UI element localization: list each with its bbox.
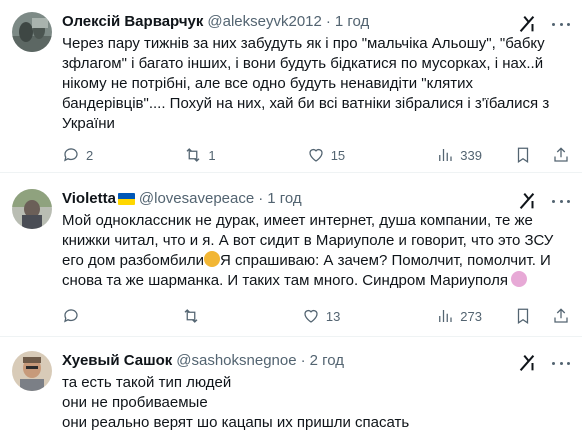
views-count: 273: [460, 308, 482, 324]
reply-icon: [64, 309, 78, 323]
repost-icon: [186, 148, 200, 162]
like-button[interactable]: 15: [307, 146, 345, 164]
author-handle[interactable]: @lovesavepeace: [139, 189, 254, 209]
share-icon[interactable]: [552, 146, 570, 164]
repost-icon: [184, 309, 198, 323]
author-name[interactable]: Violetta: [62, 189, 116, 209]
like-count: 13: [325, 308, 341, 324]
grok-icon[interactable]: [516, 13, 538, 35]
author-name[interactable]: Хуевый Сашок: [62, 351, 172, 371]
heart-icon: [304, 309, 318, 323]
shrug-emoji-icon: [510, 271, 527, 287]
avatar[interactable]: [12, 351, 52, 391]
repost-button[interactable]: 1: [184, 146, 216, 164]
more-options-icon[interactable]: [552, 15, 570, 33]
tweet-header: Violetta @lovesavepeace · 1 год: [62, 189, 570, 209]
tweet-actions: 13 273: [62, 307, 482, 325]
separator-dot: ·: [258, 190, 264, 207]
tweet-actions: 2 1 15 339: [62, 146, 482, 164]
like-count: 15: [330, 147, 346, 163]
views-count: 339: [460, 147, 482, 163]
analytics-icon: [439, 310, 452, 322]
reply-button[interactable]: [62, 307, 86, 325]
views-button[interactable]: 273: [436, 307, 482, 325]
reply-count: 2: [86, 147, 94, 163]
tweet-text: та есть такой тип людей они не пробиваем…: [62, 374, 410, 431]
separator-dot: ·: [300, 352, 306, 369]
reply-icon: [64, 148, 78, 162]
tweet-header: Олексій Варварчук @alekseyvk2012 · 1 год: [62, 12, 570, 32]
grok-icon[interactable]: [516, 352, 538, 374]
facepalm-emoji-icon: [203, 251, 220, 267]
tweet-2[interactable]: Violetta @lovesavepeace · 1 год Мой одно…: [0, 173, 582, 337]
reply-button[interactable]: 2: [62, 146, 93, 164]
timestamp[interactable]: 1 год: [267, 189, 301, 209]
share-icon[interactable]: [552, 307, 570, 325]
more-options-icon[interactable]: [552, 192, 570, 210]
analytics-icon: [439, 149, 452, 161]
repost-count: 1: [208, 147, 216, 163]
separator-dot: ·: [325, 13, 331, 30]
grok-icon[interactable]: [516, 190, 538, 212]
repost-button[interactable]: [182, 307, 206, 325]
author-handle[interactable]: @alekseyvk2012: [207, 12, 321, 32]
ukraine-flag-icon: [117, 193, 135, 205]
tweet-text: Мой одноклассник не дурак, имеет интерне…: [62, 211, 570, 291]
tweet-3[interactable]: Хуевый Сашок @sashoksnegnoe · 2 год та е…: [0, 337, 582, 437]
avatar[interactable]: [12, 189, 52, 229]
like-button[interactable]: 13: [302, 307, 340, 325]
tweet-header: Хуевый Сашок @sashoksnegnoe · 2 год: [62, 351, 570, 371]
avatar[interactable]: [12, 12, 52, 52]
tweet-text: Через пару тижнів за них забудуть як і п…: [62, 35, 554, 132]
heart-icon: [309, 148, 323, 162]
author-handle[interactable]: @sashoksnegnoe: [176, 351, 296, 371]
timestamp[interactable]: 2 год: [310, 351, 344, 371]
bookmark-icon[interactable]: [514, 307, 532, 325]
bookmark-icon[interactable]: [514, 146, 532, 164]
reply-feed: Олексій Варварчук @alekseyvk2012 · 1 год…: [0, 0, 582, 437]
timestamp[interactable]: 1 год: [335, 12, 369, 32]
views-button[interactable]: 339: [436, 146, 482, 164]
author-name[interactable]: Олексій Варварчук: [62, 12, 203, 32]
tweet-1[interactable]: Олексій Варварчук @alekseyvk2012 · 1 год…: [0, 0, 582, 173]
more-options-icon[interactable]: [552, 354, 570, 372]
